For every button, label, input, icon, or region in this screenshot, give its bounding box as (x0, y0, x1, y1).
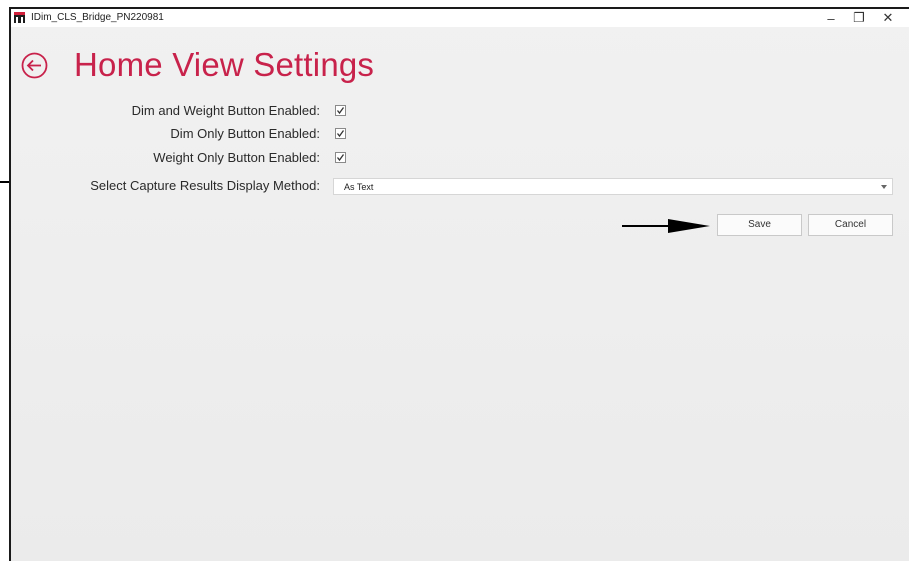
close-button[interactable]: ✕ (875, 9, 901, 27)
dim-only-checkbox[interactable] (335, 128, 346, 139)
app-window: IDim_CLS_Bridge_PN220981 – ❐ ✕ Home View… (9, 7, 909, 561)
checkmark-icon (336, 154, 345, 162)
capture-display-select[interactable]: As Text (333, 178, 893, 195)
dim-and-weight-label: Dim and Weight Button Enabled: (131, 103, 320, 118)
annotation-arrow-save (622, 219, 710, 233)
save-button[interactable]: Save (717, 214, 802, 236)
checkmark-icon (336, 130, 345, 138)
chevron-down-icon (881, 185, 887, 189)
checkmark-icon (336, 107, 345, 115)
page-title: Home View Settings (74, 46, 375, 83)
window-title: IDim_CLS_Bridge_PN220981 (31, 12, 164, 23)
title-bar: IDim_CLS_Bridge_PN220981 – ❐ ✕ (11, 9, 909, 27)
cancel-button[interactable]: Cancel (808, 214, 893, 236)
capture-display-value: As Text (344, 182, 374, 192)
minimize-button[interactable]: – (818, 9, 844, 27)
restore-button[interactable]: ❐ (846, 9, 872, 27)
dim-only-label: Dim Only Button Enabled: (170, 126, 320, 141)
screenshot-frame: IDim_CLS_Bridge_PN220981 – ❐ ✕ Home View… (0, 0, 909, 561)
dim-and-weight-checkbox[interactable] (335, 105, 346, 116)
weight-only-checkbox[interactable] (335, 152, 346, 163)
back-arrow-circle-icon[interactable] (21, 52, 48, 79)
app-icon (14, 12, 25, 23)
capture-display-label: Select Capture Results Display Method: (90, 178, 320, 193)
weight-only-label: Weight Only Button Enabled: (153, 150, 320, 165)
